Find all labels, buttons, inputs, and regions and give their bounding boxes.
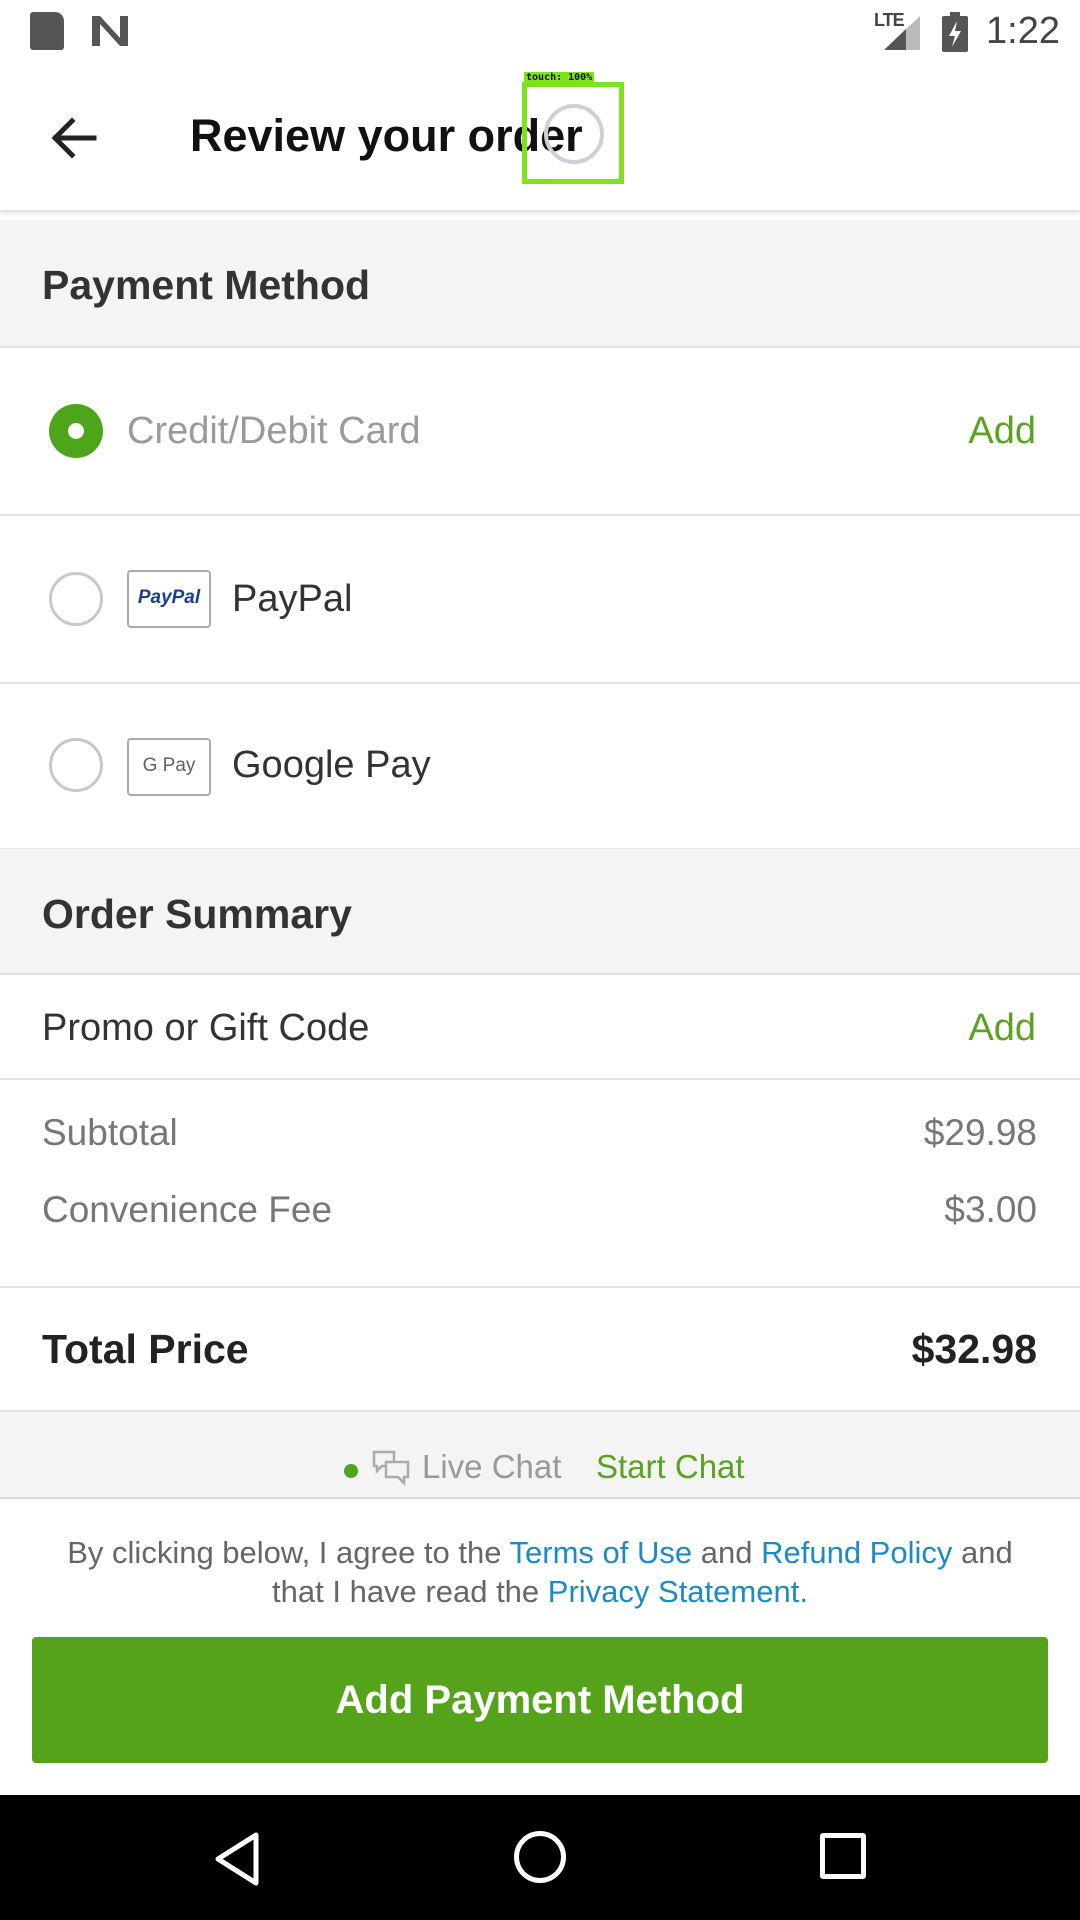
- add-card-link[interactable]: Add: [968, 410, 1036, 453]
- system-nav-bar: [0, 1795, 1080, 1920]
- payment-method-header: Payment Method: [0, 220, 1080, 346]
- order-summary-header: Order Summary: [0, 849, 1080, 973]
- clock: 1:22: [986, 10, 1060, 52]
- refund-policy-link[interactable]: Refund Policy: [761, 1535, 952, 1570]
- radio-selected[interactable]: [49, 404, 103, 458]
- chat-bubbles-icon: [372, 1450, 410, 1486]
- subtotal-label: Subtotal: [42, 1112, 178, 1153]
- online-status-dot: [344, 1464, 358, 1478]
- add-payment-method-button[interactable]: Add Payment Method: [32, 1637, 1048, 1763]
- payment-option-card[interactable]: Credit/Debit Card Add: [0, 348, 1080, 516]
- touch-indicator: [522, 82, 624, 184]
- legal-text: .: [799, 1574, 808, 1609]
- legal-text: By clicking below, I agree to the: [67, 1535, 510, 1570]
- subtotal-value: $29.98: [923, 1112, 1037, 1153]
- status-bar: LTE 1:22: [0, 0, 1080, 64]
- start-chat-link[interactable]: Start Chat: [596, 1448, 745, 1486]
- nav-back-icon[interactable]: [212, 1831, 262, 1887]
- live-chat-bar: Live Chat Start Chat: [0, 1412, 1080, 1498]
- total-row: Total Price $32.98: [0, 1288, 1080, 1412]
- signal-icon: [884, 16, 920, 50]
- fee-value: $3.00: [944, 1189, 1037, 1230]
- nav-home-icon[interactable]: [514, 1831, 566, 1883]
- payment-option-paypal[interactable]: PayPal PayPal: [0, 516, 1080, 684]
- terms-of-use-link[interactable]: Terms of Use: [510, 1535, 693, 1570]
- radio-unselected[interactable]: [49, 738, 103, 792]
- live-chat-label: Live Chat: [422, 1448, 562, 1485]
- google-pay-logo-icon: G Pay: [127, 738, 211, 796]
- payment-option-googlepay[interactable]: G Pay Google Pay: [0, 684, 1080, 850]
- sd-card-icon: [30, 12, 64, 50]
- payment-option-label: Google Pay: [232, 744, 431, 786]
- section-title: Payment Method: [42, 262, 371, 308]
- privacy-statement-link[interactable]: Privacy Statement: [548, 1574, 800, 1609]
- back-arrow-icon[interactable]: [48, 112, 100, 164]
- paypal-logo-icon: PayPal: [127, 570, 211, 628]
- total-value: $32.98: [911, 1326, 1037, 1372]
- touch-indicator-label: touch: 100%: [524, 72, 595, 83]
- app-bar: Review your order touch: 100%: [0, 64, 1080, 212]
- legal-text: and: [692, 1535, 762, 1570]
- battery-charging-icon: [942, 12, 968, 52]
- add-promo-link[interactable]: Add: [968, 1007, 1036, 1050]
- payment-option-label: PayPal: [232, 578, 353, 620]
- price-breakdown: Subtotal $29.98 Convenience Fee $3.00: [0, 1080, 1080, 1288]
- payment-option-label: Credit/Debit Card: [127, 410, 421, 452]
- section-title: Order Summary: [42, 891, 352, 937]
- total-label: Total Price: [42, 1326, 249, 1372]
- nav-recents-icon[interactable]: [820, 1833, 866, 1879]
- n-logo-icon: [92, 16, 128, 46]
- promo-code-row[interactable]: Promo or Gift Code Add: [0, 975, 1080, 1080]
- checkout-footer: By clicking below, I agree to the Terms …: [0, 1497, 1080, 1797]
- radio-unselected[interactable]: [49, 572, 103, 626]
- fee-label: Convenience Fee: [42, 1189, 333, 1230]
- promo-label: Promo or Gift Code: [42, 1007, 370, 1049]
- legal-notice: By clicking below, I agree to the Terms …: [40, 1533, 1040, 1611]
